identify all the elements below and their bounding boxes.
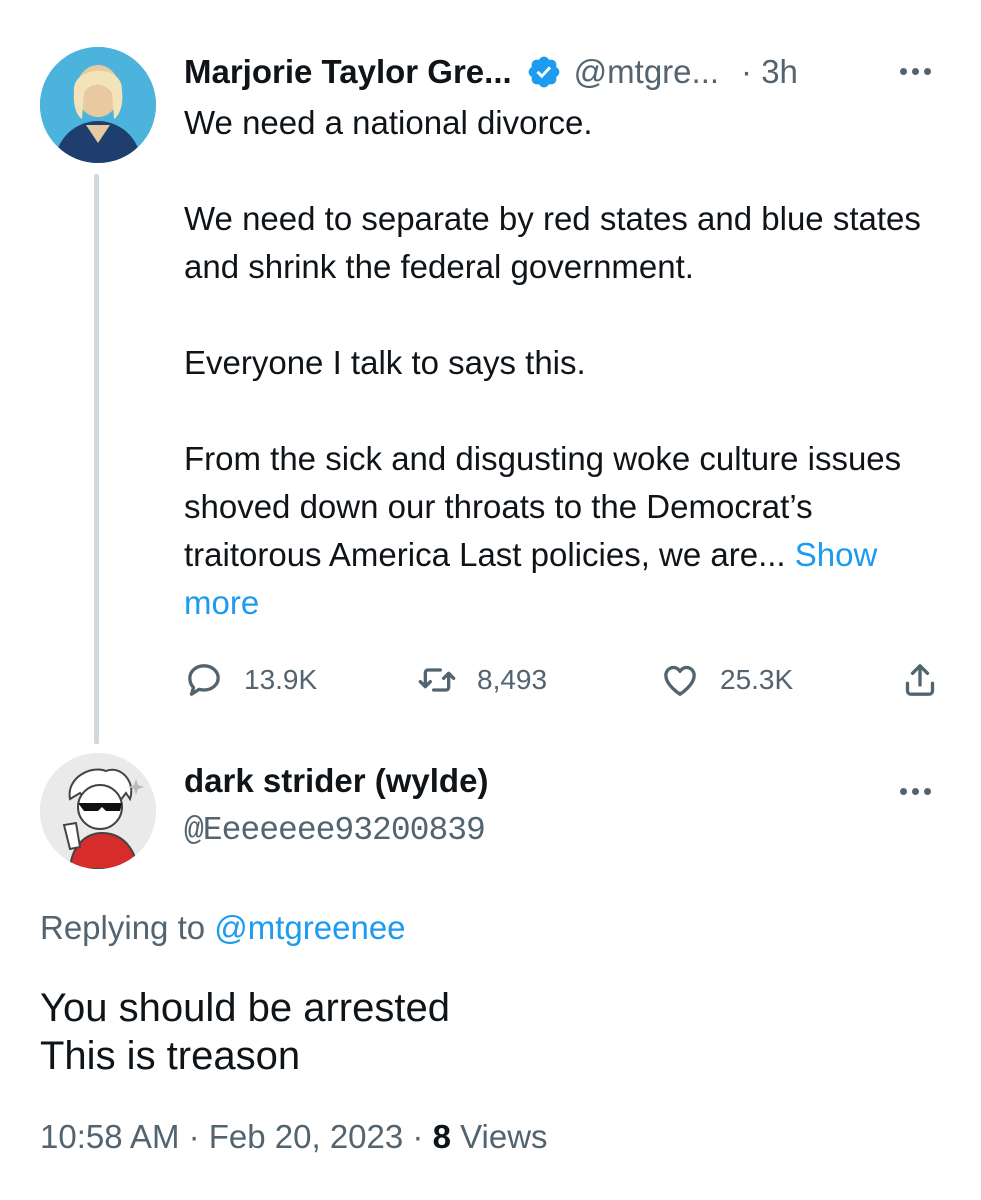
replying-prefix: Replying to — [40, 909, 215, 946]
tweet-paragraph: We need to separate by red states and bl… — [184, 200, 921, 285]
reply-line: You should be arrested — [40, 986, 450, 1030]
tweet-text: We need a national divorce. We need to s… — [184, 99, 944, 627]
more-dots-icon[interactable] — [900, 782, 936, 800]
retweet-icon — [418, 668, 456, 692]
views-count: 8 — [432, 1118, 451, 1155]
avatar-author[interactable] — [40, 47, 156, 163]
avatar-author-image — [40, 47, 156, 163]
retweet-button[interactable]: 8,493 — [417, 656, 547, 704]
share-icon — [905, 664, 935, 696]
avatar-replier-image — [40, 753, 156, 869]
verified-badge-icon — [528, 56, 560, 88]
like-button[interactable]: 25.3K — [660, 656, 793, 704]
author-handle[interactable]: @mtgre... — [574, 53, 719, 91]
avatar-replier[interactable] — [40, 753, 156, 869]
replier-handle[interactable]: @Eeeeeee93200839 — [184, 812, 486, 849]
share-button[interactable] — [900, 656, 940, 704]
tweet-time[interactable]: · 3h — [741, 53, 798, 91]
more-dots-icon[interactable] — [900, 62, 936, 80]
replying-to-mention[interactable]: @mtgreenee — [214, 909, 405, 946]
views-label: Views — [450, 1118, 548, 1155]
tweet-paragraph-last: From the sick and disgusting woke cultur… — [184, 435, 944, 627]
tweet-paragraph-text: From the sick and disgusting woke cultur… — [184, 440, 902, 573]
reply-button[interactable]: 13.9K — [184, 656, 317, 704]
tweet-paragraph: We need a national divorce. — [184, 104, 593, 141]
replying-to: Replying to @mtgreenee — [40, 909, 406, 947]
tweet-header: Marjorie Taylor Gre... @mtgre... · 3h — [184, 50, 798, 94]
thread-line — [94, 174, 99, 744]
retweet-count: 8,493 — [477, 664, 548, 695]
reply-timestamp[interactable]: 10:58 AM · Feb 20, 2023 · — [40, 1118, 433, 1155]
tweet-paragraph: Everyone I talk to says this. — [184, 344, 586, 381]
author-name[interactable]: Marjorie Taylor Gre... — [184, 53, 512, 91]
replier-name[interactable]: dark strider (wylde) — [184, 762, 488, 800]
reply-icon — [188, 664, 220, 696]
reply-count: 13.9K — [244, 664, 318, 695]
reply-line: This is treason — [40, 1034, 301, 1078]
reply-text: You should be arrested This is treason — [40, 984, 450, 1080]
tweet-actions: 13.9K 8,493 25.3K — [184, 656, 944, 704]
reply-meta: 10:58 AM · Feb 20, 2023 · 8 Views — [40, 1118, 548, 1156]
like-icon — [664, 665, 696, 696]
like-count: 25.3K — [720, 664, 794, 695]
